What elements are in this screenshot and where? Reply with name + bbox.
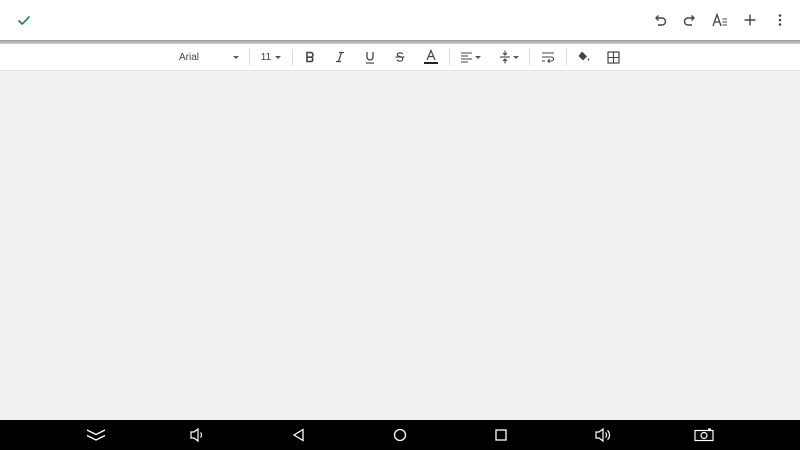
text-wrap-button[interactable]	[537, 44, 559, 70]
bold-button[interactable]	[300, 44, 320, 70]
volume-down-icon	[190, 427, 203, 443]
font-size-value: 11	[260, 51, 272, 63]
undo-button[interactable]	[646, 6, 674, 34]
app-bar	[0, 0, 800, 40]
align-dropdown[interactable]	[458, 44, 482, 70]
text-color-icon	[424, 49, 438, 64]
font-size-dropdown[interactable]: 11	[255, 44, 287, 70]
bold-icon	[306, 51, 314, 63]
strikethrough-button[interactable]	[390, 44, 410, 70]
volume-down-button[interactable]	[183, 423, 211, 447]
divider	[449, 49, 450, 65]
volume-up-icon	[595, 427, 611, 443]
borders-button[interactable]	[603, 44, 623, 70]
divider	[249, 49, 250, 65]
italic-icon	[336, 51, 344, 63]
back-triangle-icon	[292, 428, 304, 442]
underline-icon	[366, 51, 374, 64]
italic-button[interactable]	[330, 44, 350, 70]
chevron-down-icon	[513, 55, 519, 59]
divider	[566, 49, 567, 65]
divider	[292, 49, 293, 65]
insert-button[interactable]	[736, 6, 764, 34]
home-circle-icon	[393, 428, 407, 442]
font-family-value: Arial	[179, 51, 200, 63]
strikethrough-icon	[395, 52, 405, 62]
fill-color-icon	[578, 51, 590, 61]
vertical-align-icon	[500, 50, 510, 64]
chevron-down-icon	[474, 55, 481, 59]
vertical-align-dropdown[interactable]	[497, 44, 521, 70]
home-button[interactable]	[386, 423, 414, 447]
format-toolbar: Arial 11	[0, 44, 800, 71]
camera-icon	[694, 428, 714, 442]
underline-button[interactable]	[360, 44, 380, 70]
hide-keyboard-button[interactable]	[82, 423, 110, 447]
more-vert-icon	[778, 14, 782, 26]
plus-icon	[744, 14, 756, 26]
redo-icon	[683, 15, 695, 26]
divider	[529, 49, 530, 65]
recents-square-icon	[495, 429, 507, 441]
document-canvas[interactable]	[0, 71, 800, 420]
more-options-button[interactable]	[766, 6, 794, 34]
redo-button[interactable]	[676, 6, 704, 34]
screenshot-button[interactable]	[690, 423, 718, 447]
system-nav-bar	[0, 420, 800, 450]
text-wrap-icon	[542, 52, 555, 63]
double-chevron-down-icon	[86, 429, 106, 441]
back-button[interactable]	[285, 423, 313, 447]
text-format-icon	[712, 12, 727, 27]
chevron-down-icon	[233, 55, 239, 59]
font-family-dropdown[interactable]: Arial	[174, 44, 244, 70]
text-format-button[interactable]	[706, 6, 734, 34]
undo-icon	[655, 15, 667, 26]
text-color-button[interactable]	[420, 44, 442, 70]
recents-button[interactable]	[487, 423, 515, 447]
fill-color-button[interactable]	[574, 44, 594, 70]
done-check-button[interactable]	[10, 6, 38, 34]
check-icon	[17, 15, 31, 26]
align-left-icon	[460, 52, 472, 63]
volume-up-button[interactable]	[589, 423, 617, 447]
borders-icon	[606, 50, 620, 64]
chevron-down-icon	[275, 55, 282, 59]
